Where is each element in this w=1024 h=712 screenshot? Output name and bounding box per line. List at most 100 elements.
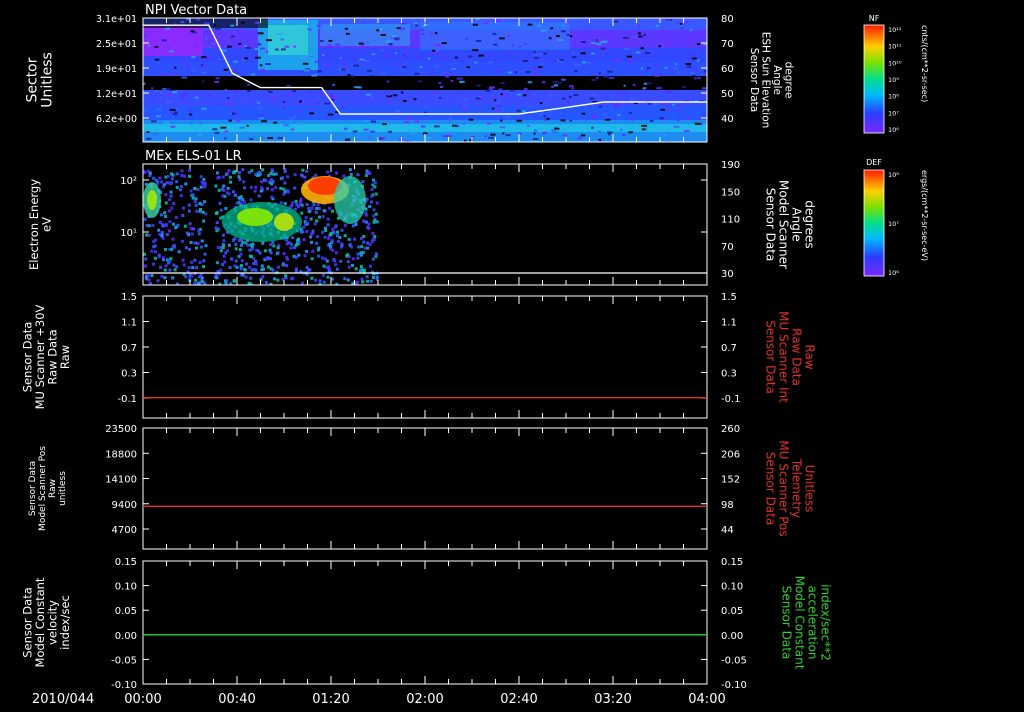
els-speckle-cell bbox=[351, 224, 355, 228]
els-speckle-cell bbox=[241, 273, 245, 277]
npi-speckle-cell bbox=[299, 100, 302, 103]
npi-speckle-cell bbox=[551, 85, 554, 88]
npi-speckle-cell bbox=[388, 130, 392, 133]
npi-speckle-cell bbox=[434, 125, 440, 128]
els-speckle-cell bbox=[202, 219, 206, 223]
els-speckle-cell bbox=[239, 243, 243, 247]
npi-speckle-cell bbox=[309, 112, 314, 115]
npi-speckle-cell bbox=[554, 127, 560, 130]
npi-speckle-cell bbox=[244, 98, 247, 101]
npi-speckle-cell bbox=[681, 25, 684, 27]
els-speckle-cell bbox=[303, 175, 307, 179]
npi-speckle-cell bbox=[365, 93, 372, 96]
npi-speckle-cell bbox=[631, 118, 634, 121]
y-axis-title-left-line: Raw bbox=[58, 345, 72, 369]
npi-speckle-cell bbox=[434, 32, 438, 35]
els-speckle-cell bbox=[201, 182, 205, 186]
npi-speckle-cell bbox=[635, 51, 641, 54]
els-speckle-cell bbox=[154, 250, 157, 254]
els-speckle-cell bbox=[321, 273, 325, 277]
npi-speckle-cell bbox=[224, 130, 229, 133]
npi-speckle-cell bbox=[468, 55, 473, 58]
els-title: MEx ELS-01 LR bbox=[145, 149, 242, 164]
els-speckle-cell bbox=[215, 229, 219, 233]
els-speckle-cell bbox=[300, 281, 304, 285]
npi-speckle-cell bbox=[273, 80, 279, 83]
npi-speckle-cell bbox=[246, 124, 249, 127]
npi-speckle-cell bbox=[148, 44, 151, 47]
els-speckle-cell bbox=[219, 249, 223, 253]
npi-speckle-cell bbox=[257, 107, 261, 110]
y-tick-label-right: 70 bbox=[721, 39, 734, 50]
npi-speckle-cell bbox=[218, 58, 221, 61]
npi-speckle-cell bbox=[401, 30, 404, 33]
npi-speckle-cell bbox=[209, 78, 212, 81]
els-speckle-cell bbox=[182, 206, 185, 210]
y-axis-title-left: Electron EnergyeV bbox=[27, 179, 54, 270]
els-speckle-cell bbox=[286, 175, 290, 179]
npi-speckle-cell bbox=[411, 132, 415, 135]
npi-speckle-cell bbox=[532, 53, 538, 56]
els-speckle-cell bbox=[244, 241, 248, 245]
colorbar-tick-label: 10⁸ bbox=[888, 93, 899, 101]
els-speckle-cell bbox=[365, 275, 369, 279]
els-speckle-cell bbox=[333, 225, 337, 229]
els-speckle-cell bbox=[159, 213, 163, 217]
npi-speckle-cell bbox=[488, 136, 494, 139]
panel-frame bbox=[142, 295, 708, 419]
npi-speckle-cell bbox=[690, 37, 695, 39]
npi-speckle-cell bbox=[292, 90, 296, 93]
y-tick-label-left: 0.10 bbox=[115, 582, 137, 593]
colorbar-tick-label: 10¹² bbox=[888, 26, 902, 34]
els-speckle-cell bbox=[174, 225, 178, 229]
npi-speckle-cell bbox=[523, 94, 527, 97]
els-speckle-cell bbox=[195, 266, 199, 270]
els-speckle-cell bbox=[194, 197, 198, 201]
npi-speckle-cell bbox=[591, 116, 597, 119]
npi-speckle-cell bbox=[559, 59, 564, 61]
els-speckle-cell bbox=[169, 257, 173, 261]
els-speckle-cell bbox=[199, 175, 203, 179]
y-axis-title-right-line: Sensor Data bbox=[764, 188, 778, 262]
y-tick-label-right: 206 bbox=[721, 449, 740, 460]
npi-speckle-cell bbox=[491, 107, 495, 110]
npi-speckle-cell bbox=[165, 88, 171, 91]
npi-speckle-cell bbox=[193, 46, 198, 49]
npi-speckle-cell bbox=[626, 55, 632, 58]
els-speckle-cell bbox=[356, 256, 360, 260]
els-speckle-cell bbox=[305, 266, 309, 269]
npi-speckle-cell bbox=[239, 27, 243, 30]
y-tick-label-right: -0.05 bbox=[721, 655, 747, 666]
y-axis-title-left-line: Sensor Data bbox=[28, 461, 38, 516]
nf-colorbar-unit: cnts/(cm**2-sr-sec) bbox=[920, 25, 929, 102]
npi-speckle-cell bbox=[204, 37, 208, 40]
npi-speckle-cell bbox=[241, 59, 246, 61]
npi-speckle-cell bbox=[154, 58, 160, 61]
colorbar-tick-label: 10⁶ bbox=[888, 126, 899, 134]
els-speckle-cell bbox=[331, 248, 335, 252]
npi-speckle-cell bbox=[358, 42, 364, 45]
npi-speckle-cell bbox=[612, 63, 615, 66]
npi-speckle-cell bbox=[282, 106, 286, 109]
npi-speckle-cell bbox=[463, 122, 466, 125]
y-axis-title-left-line: index/sec bbox=[58, 595, 72, 650]
els-speckle-cell bbox=[191, 193, 195, 197]
npi-speckle-cell bbox=[420, 125, 426, 128]
time-tick-label: 04:00 bbox=[688, 692, 725, 707]
els-speckle-cell bbox=[225, 279, 229, 283]
npi-speckle-cell bbox=[402, 65, 407, 68]
els-speckle-cell bbox=[163, 211, 167, 215]
npi-speckle-cell bbox=[605, 34, 610, 37]
els-speckle-cell bbox=[291, 236, 295, 240]
els-speckle-cell bbox=[215, 221, 219, 225]
npi-speckle-cell bbox=[572, 52, 575, 55]
npi-speckle-cell bbox=[415, 24, 418, 27]
npi-speckle-cell bbox=[672, 103, 675, 106]
els-speckle-cell bbox=[203, 281, 207, 285]
npi-speckle-cell bbox=[562, 24, 565, 27]
npi-speckle-cell bbox=[565, 100, 571, 103]
y-tick-label-left: 1.2e+01 bbox=[96, 89, 137, 100]
npi-speckle-cell bbox=[465, 38, 468, 40]
npi-speckle-cell bbox=[645, 128, 649, 131]
els-speckle-cell bbox=[310, 257, 314, 261]
